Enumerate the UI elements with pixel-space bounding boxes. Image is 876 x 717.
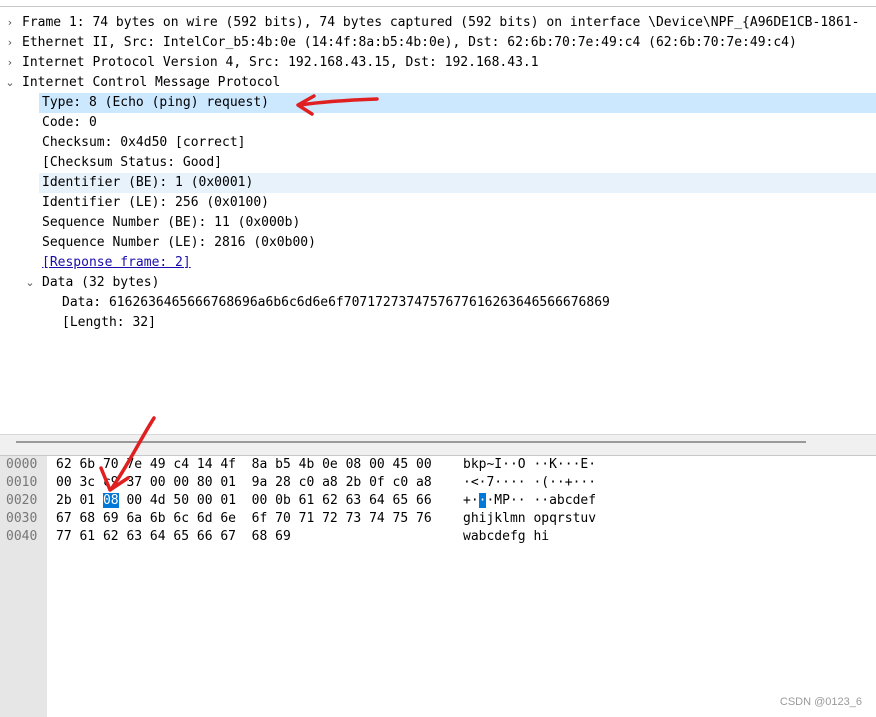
tree-row[interactable]: › Ethernet II, Src: IntelCor_b5:4b:0e (14… [0,33,876,53]
ascii-bytes[interactable]: wabcdefg hi [463,528,549,546]
collapse-arrow-icon[interactable]: ⌄ [23,273,37,293]
tree-row-label: Code: 0 [42,115,97,130]
byte-offset: 0040 [6,529,38,544]
hex-bytes[interactable]: 62 6b 70 7e 49 c4 14 4f 8a b5 4b 0e 08 0… [56,456,432,474]
tree-row[interactable]: Type: 8 (Echo (ping) request) [0,93,876,113]
tree-row-label: Internet Control Message Protocol [22,75,281,90]
tree-row[interactable]: [Length: 32] [0,313,876,333]
tree-row[interactable]: ⌄ Internet Control Message Protocol [0,73,876,93]
ascii-bytes[interactable]: +···MP·· ··abcdef [463,492,596,510]
hex-bytes-segment[interactable]: 77 61 62 63 64 65 66 67 68 69 [56,529,291,544]
tree-row-label: Frame 1: 74 bytes on wire (592 bits), 74… [22,15,860,30]
expand-arrow-icon[interactable]: › [3,53,17,73]
hex-bytes-segment[interactable]: 00 4d 50 00 01 00 0b 61 62 63 64 65 66 [119,493,431,508]
hex-bytes[interactable]: 67 68 69 6a 6b 6c 6d 6e 6f 70 71 72 73 7… [56,510,432,528]
watermark: CSDN @0123_6 [779,696,862,708]
pane-splitter[interactable] [0,434,876,456]
tree-row-label: Sequence Number (LE): 2816 (0x0b00) [42,235,316,250]
packet-bytes-pane[interactable]: 0000 62 6b 70 7e 49 c4 14 4f 8a b5 4b 0e … [0,456,876,717]
hex-bytes-segment[interactable]: 67 68 69 6a 6b 6c 6d 6e 6f 70 71 72 73 7… [56,511,432,526]
tree-row[interactable]: Data: 6162636465666768696a6b6c6d6e6f7071… [0,293,876,313]
hex-bytes[interactable]: 77 61 62 63 64 65 66 67 68 69 [56,528,291,546]
tree-row-label: [Length: 32] [62,315,156,330]
byte-offset: 0010 [6,475,38,490]
selected-byte[interactable]: 08 [102,493,119,508]
hex-bytes-segment[interactable]: 62 6b 70 7e 49 c4 14 4f 8a b5 4b 0e 08 0… [56,457,432,472]
tree-row-label: [Checksum Status: Good] [42,155,223,170]
collapse-arrow-icon[interactable]: ⌄ [3,73,17,93]
expand-arrow-icon[interactable]: › [3,33,17,53]
tree-row[interactable]: Checksum: 0x4d50 [correct] [0,133,876,153]
ascii-bytes[interactable]: ·<·7···· ·(··+··· [463,474,596,492]
hex-bytes[interactable]: 00 3c c9 37 00 00 80 01 9a 28 c0 a8 2b 0… [56,474,432,492]
ascii-bytes[interactable]: bkp~I··O ··K···E· [463,456,596,474]
byte-row[interactable]: 0020 2b 01 08 00 4d 50 00 01 00 0b 61 62 … [0,492,876,510]
tree-row-label: Identifier (LE): 256 (0x0100) [42,195,269,210]
tree-row[interactable]: ⌄ Data (32 bytes) [0,273,876,293]
row-highlight [39,273,876,293]
ascii-bytes-segment[interactable]: ·MP·· ··abcdef [486,493,596,508]
tree-row[interactable]: Sequence Number (LE): 2816 (0x0b00) [0,233,876,253]
ascii-bytes-segment[interactable]: ghijklmn opqrstuv [463,511,596,526]
ascii-bytes-segment[interactable]: wabcdefg hi [463,529,549,544]
tree-row-label: Identifier (BE): 1 (0x0001) [42,175,254,190]
byte-row[interactable]: 0000 62 6b 70 7e 49 c4 14 4f 8a b5 4b 0e … [0,456,876,474]
tree-row-label: Data: 6162636465666768696a6b6c6d6e6f7071… [62,295,610,310]
tree-row-label: Type: 8 (Echo (ping) request) [42,95,269,110]
tree-row-label: Sequence Number (BE): 11 (0x000b) [42,215,301,230]
tree-row[interactable]: [Response frame: 2] [0,253,876,273]
horizontal-scrollbar-thumb[interactable] [16,441,806,443]
byte-offset: 0020 [6,493,38,508]
ascii-bytes-segment[interactable]: ·<·7···· ·(··+··· [463,475,596,490]
byte-offset: 0030 [6,511,38,526]
ascii-bytes[interactable]: ghijklmn opqrstuv [463,510,596,528]
tree-row[interactable]: Identifier (BE): 1 (0x0001) [0,173,876,193]
tree-row-label: Data (32 bytes) [42,275,160,290]
tree-row[interactable]: Identifier (LE): 256 (0x0100) [0,193,876,213]
byte-row[interactable]: 0040 77 61 62 63 64 65 66 67 68 69 wabcdef… [0,528,876,546]
row-highlight [59,313,876,333]
tree-row-label: Internet Protocol Version 4, Src: 192.16… [22,55,539,70]
expand-arrow-icon[interactable]: › [3,13,17,33]
tree-row-label: Ethernet II, Src: IntelCor_b5:4b:0e (14:… [22,35,797,50]
hex-bytes[interactable]: 2b 01 08 00 4d 50 00 01 00 0b 61 62 63 6… [56,492,432,510]
hex-bytes-segment[interactable]: 00 3c c9 37 00 00 80 01 9a 28 c0 a8 2b 0… [56,475,432,490]
tree-row-label: Checksum: 0x4d50 [correct] [42,135,246,150]
hex-bytes-segment[interactable]: 2b 01 [56,493,103,508]
tree-row[interactable]: [Checksum Status: Good] [0,153,876,173]
packet-details-pane[interactable]: › Frame 1: 74 bytes on wire (592 bits), 7… [0,6,876,435]
tree-row[interactable]: › Internet Protocol Version 4, Src: 192.1… [0,53,876,73]
tree-row[interactable]: Code: 0 [0,113,876,133]
tree-row[interactable]: › Frame 1: 74 bytes on wire (592 bits), 7… [0,13,876,33]
byte-row[interactable]: 0010 00 3c c9 37 00 00 80 01 9a 28 c0 a8 … [0,474,876,492]
ascii-bytes-segment[interactable]: bkp~I··O ··K···E· [463,457,596,472]
tree-row[interactable]: Sequence Number (BE): 11 (0x000b) [0,213,876,233]
row-highlight [39,113,876,133]
byte-offset: 0000 [6,457,38,472]
byte-row[interactable]: 0030 67 68 69 6a 6b 6c 6d 6e 6f 70 71 72 … [0,510,876,528]
ascii-bytes-segment[interactable]: +· [463,493,479,508]
response-frame-link[interactable]: [Response frame: 2] [42,253,191,273]
